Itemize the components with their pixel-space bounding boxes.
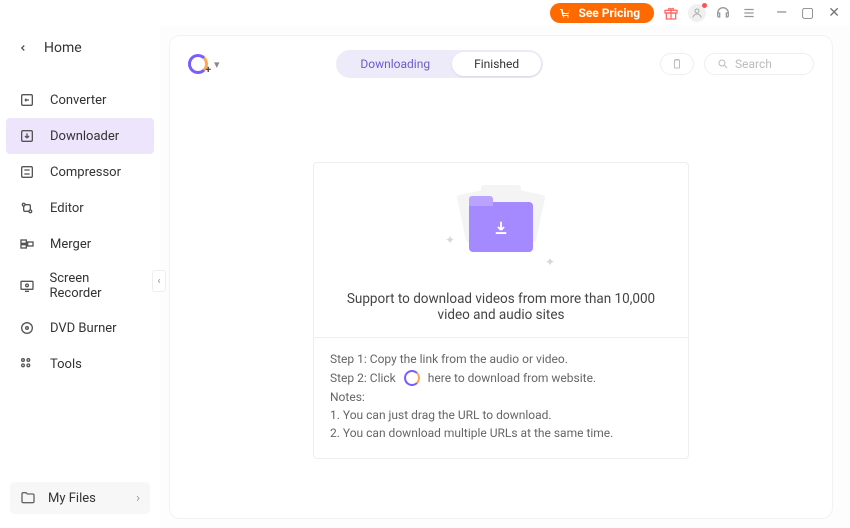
see-pricing-button[interactable]: See Pricing	[550, 3, 654, 23]
step-2: Step 2: Click here to download from webs…	[330, 370, 672, 386]
sparkle-icon: ✦	[545, 255, 555, 269]
notes-label: Notes:	[330, 390, 672, 404]
menu-icon[interactable]	[740, 4, 758, 22]
note-2: 2. You can download multiple URLs at the…	[330, 426, 672, 440]
sidebar-item-label: Compressor	[50, 165, 121, 180]
my-files-button[interactable]: My Files ›	[10, 482, 150, 514]
sidebar-item-label: Converter	[50, 93, 106, 108]
folder-icon	[20, 490, 36, 506]
sidebar-item-label: Editor	[50, 201, 84, 216]
merger-icon	[18, 235, 36, 253]
window-controls: — ▢ ✕	[776, 5, 840, 21]
sidebar-item-label: Screen Recorder	[50, 271, 142, 301]
main-area: + ▾ Downloading Finished	[160, 26, 850, 528]
dvd-icon	[18, 319, 36, 337]
folder-icon	[469, 202, 533, 252]
sidebar-item-label: Tools	[50, 357, 82, 372]
gift-icon[interactable]	[662, 4, 680, 22]
tab-finished[interactable]: Finished	[452, 52, 541, 76]
downloader-icon	[18, 127, 36, 145]
sidebar-item-dvd-burner[interactable]: DVD Burner	[0, 310, 160, 346]
sidebar-item-label: Downloader	[50, 129, 119, 144]
sidebar-item-screen-recorder[interactable]: Screen Recorder	[0, 262, 160, 310]
editor-icon	[18, 199, 36, 217]
titlebar: See Pricing — ▢ ✕	[0, 0, 850, 26]
cart-icon	[558, 7, 572, 19]
maximize-button[interactable]: ▢	[801, 5, 814, 21]
account-icon[interactable]	[688, 4, 706, 22]
my-files-label: My Files	[48, 491, 96, 506]
app-logo-icon	[404, 370, 420, 386]
support-icon[interactable]	[714, 4, 732, 22]
search-input[interactable]	[735, 57, 801, 71]
home-nav[interactable]: Home	[0, 32, 160, 64]
sidebar-item-compressor[interactable]: Compressor	[0, 154, 160, 190]
converter-icon	[18, 91, 36, 109]
paste-url-button[interactable]	[660, 53, 694, 75]
sidebar-item-converter[interactable]: Converter	[0, 82, 160, 118]
back-icon	[18, 43, 28, 53]
minimize-button[interactable]: —	[776, 5, 787, 21]
sidebar-item-merger[interactable]: Merger	[0, 226, 160, 262]
sidebar-item-tools[interactable]: Tools	[0, 346, 160, 382]
add-url-button[interactable]: + ▾	[188, 54, 220, 74]
empty-state-card: ✦ ✦ Support to download videos from more…	[313, 162, 689, 459]
pricing-label: See Pricing	[578, 6, 640, 20]
panel-header: + ▾ Downloading Finished	[170, 36, 832, 92]
download-illustration: ✦ ✦	[314, 177, 688, 277]
screen-recorder-icon	[18, 277, 36, 295]
tools-icon	[18, 355, 36, 373]
notification-dot	[702, 3, 707, 8]
instructions: Step 1: Copy the link from the audio or …	[314, 337, 688, 458]
sidebar: Home Converter Downloader Compressor Edi…	[0, 26, 160, 528]
sidebar-item-downloader[interactable]: Downloader	[6, 118, 154, 154]
sidebar-collapse-handle[interactable]: ‹	[152, 270, 166, 292]
close-button[interactable]: ✕	[828, 5, 840, 21]
tabs: Downloading Finished	[336, 50, 543, 78]
chevron-down-icon: ▾	[214, 58, 220, 71]
support-text: Support to download videos from more tha…	[314, 277, 688, 337]
search-icon	[717, 58, 729, 70]
search-box[interactable]	[704, 53, 814, 75]
tab-downloading[interactable]: Downloading	[338, 52, 452, 76]
sidebar-item-editor[interactable]: Editor	[0, 190, 160, 226]
app-logo-icon: +	[188, 54, 208, 74]
sparkle-icon: ✦	[445, 233, 455, 247]
sidebar-item-label: DVD Burner	[50, 321, 117, 336]
sidebar-item-label: Merger	[50, 237, 91, 252]
note-1: 1. You can just drag the URL to download…	[330, 408, 672, 422]
step-1: Step 1: Copy the link from the audio or …	[330, 352, 672, 366]
chevron-right-icon: ›	[136, 491, 140, 506]
home-label: Home	[44, 40, 82, 56]
compressor-icon	[18, 163, 36, 181]
